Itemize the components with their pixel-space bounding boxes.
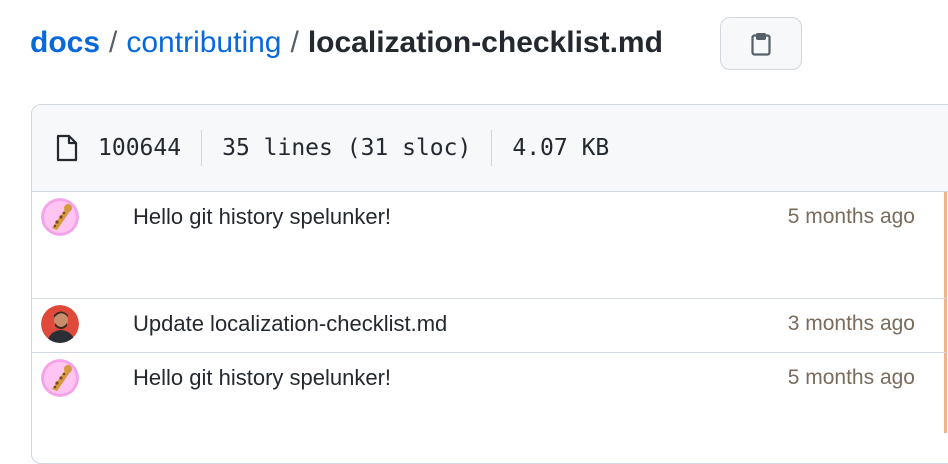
file-size: 4.07 KB xyxy=(512,135,610,161)
copy-path-button[interactable] xyxy=(720,17,802,70)
blame-age-indicator xyxy=(944,192,947,298)
breadcrumb-folder-link[interactable]: contributing xyxy=(126,26,281,60)
blame-row: Hello git history spelunker! 5 months ag… xyxy=(32,192,948,299)
giraffe-avatar[interactable] xyxy=(41,359,79,397)
blame-row: Hello git history spelunker! 5 months ag… xyxy=(32,353,948,433)
giraffe-avatar[interactable] xyxy=(41,198,79,236)
file-info-bar: 100644 35 lines (31 sloc) 4.07 KB xyxy=(32,105,948,192)
breadcrumb-file-name: localization-checklist.md xyxy=(307,26,663,59)
blame-list: Hello git history spelunker! 5 months ag… xyxy=(32,192,948,433)
blame-age-indicator xyxy=(944,299,947,352)
commit-age: 5 months ago xyxy=(787,205,915,228)
user-photo-avatar[interactable] xyxy=(41,305,79,343)
file-line-count: 35 lines (31 sloc) xyxy=(222,135,472,161)
breadcrumb-separator: / xyxy=(109,26,118,59)
divider xyxy=(491,130,493,166)
commit-message-link[interactable]: Hello git history spelunker! xyxy=(133,204,391,230)
commit-age: 3 months ago xyxy=(787,312,915,335)
blame-age-indicator xyxy=(944,353,947,433)
commit-age: 5 months ago xyxy=(787,366,915,389)
commit-message-link[interactable]: Hello git history spelunker! xyxy=(133,365,391,391)
file-mode: 100644 xyxy=(98,135,182,161)
breadcrumb-separator: / xyxy=(290,26,299,59)
file-icon xyxy=(56,134,78,162)
blame-file-container: 100644 35 lines (31 sloc) 4.07 KB Hello … xyxy=(31,104,948,464)
breadcrumb: docs / contributing / localization-check… xyxy=(30,17,663,69)
clipboard-icon xyxy=(751,32,771,56)
breadcrumb-repo-link[interactable]: docs xyxy=(30,26,100,60)
divider xyxy=(201,130,203,166)
blame-row: Update localization-checklist.md 3 month… xyxy=(32,299,948,353)
commit-message-link[interactable]: Update localization-checklist.md xyxy=(133,311,447,337)
